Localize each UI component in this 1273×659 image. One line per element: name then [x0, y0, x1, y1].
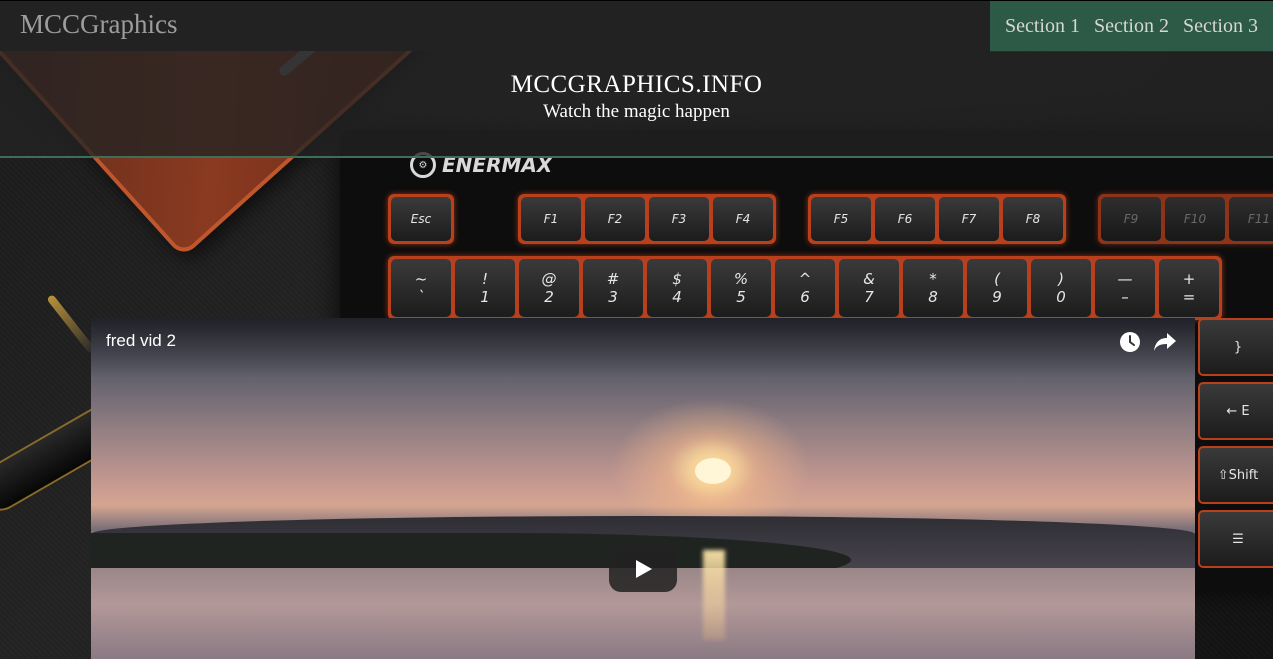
function-key-row: Esc F1 F2 F3 F4 F5 F6 F7 F8 F9 F10 F11	[388, 194, 1273, 244]
key-bottom-label: 2	[544, 288, 554, 306]
key-top-label: ^	[798, 270, 812, 288]
key-bottom-label: 9	[992, 288, 1002, 306]
key-f10: F10	[1165, 197, 1225, 241]
key-f6: F6	[875, 197, 935, 241]
key-number-1: ! 1	[455, 259, 515, 317]
key-number-5: % 5	[711, 259, 771, 317]
clock-icon[interactable]	[1119, 331, 1141, 353]
key-bottom-label: 1	[480, 288, 490, 306]
f9-f12-group: F9 F10 F11	[1098, 194, 1273, 244]
nav-menu: Section 1 Section 2 Section 3	[990, 1, 1273, 52]
site-tagline: Watch the magic happen	[543, 101, 730, 122]
key-top-label: $	[672, 270, 682, 288]
key-f1: F1	[521, 197, 581, 241]
key-number-0: ~ `	[391, 259, 451, 317]
key-number-2: @2	[519, 259, 579, 317]
key-top-label: +	[1182, 270, 1196, 288]
key-f3: F3	[649, 197, 709, 241]
side-keys: } ← E ⇧Shift ☰	[1198, 318, 1273, 568]
key-top-label: *	[929, 270, 937, 288]
key-f4: F4	[713, 197, 773, 241]
key-top-label: &	[863, 270, 875, 288]
key-number-9: (9	[967, 259, 1027, 317]
key-top-label: %	[733, 270, 749, 288]
key-number-12: + =	[1159, 259, 1219, 317]
nav-link-section-1[interactable]: Section 1	[1005, 15, 1080, 38]
key-f5: F5	[811, 197, 871, 241]
key-f2: F2	[585, 197, 645, 241]
f5-f8-group: F5 F6 F7 F8	[808, 194, 1066, 244]
key-top-label: )	[1058, 270, 1064, 288]
key-bottom-label: –	[1121, 288, 1129, 306]
nav-link-section-3[interactable]: Section 3	[1183, 15, 1258, 38]
video-top-shade	[91, 318, 1195, 378]
key-top-label: #	[606, 270, 620, 288]
share-arrow-icon[interactable]	[1153, 331, 1177, 353]
key-f9: F9	[1101, 197, 1161, 241]
brand-link[interactable]: MCCGraphics	[20, 9, 178, 40]
key-f7: F7	[939, 197, 999, 241]
sun-reflection	[703, 550, 725, 640]
key-f11: F11	[1229, 197, 1273, 241]
key-number-3: #3	[583, 259, 643, 317]
key-top-label: @	[541, 270, 557, 288]
key-bottom-label: 4	[672, 288, 682, 306]
key-number-10: ) 0	[1031, 259, 1091, 317]
f1-f4-group: F1 F2 F3 F4	[518, 194, 776, 244]
key-bottom-label: 5	[736, 288, 746, 306]
nav-link-section-2[interactable]: Section 2	[1094, 15, 1169, 38]
key-number-6: ^ 6	[775, 259, 835, 317]
key-bottom-label: 3	[608, 288, 618, 306]
key-bottom-label: =	[1182, 288, 1196, 306]
number-keys-group: ~ `! 1 @2 #3 $4% 5 ^ 6 & 7 * 8(9) 0— – + =	[388, 256, 1222, 320]
key-number-11: — –	[1095, 259, 1155, 317]
play-button[interactable]	[609, 545, 677, 592]
key-shift: ⇧Shift	[1198, 446, 1273, 504]
key-number-7: & 7	[839, 259, 899, 317]
esc-group: Esc	[388, 194, 454, 244]
key-enter: ← E	[1198, 382, 1273, 440]
site-title: MCCGRAPHICS.INFO	[510, 71, 763, 98]
key-bracket: }	[1198, 318, 1273, 376]
number-key-row: ~ `! 1 @2 #3 $4% 5 ^ 6 & 7 * 8(9) 0— – + =	[388, 256, 1222, 320]
key-top-label: !	[481, 270, 488, 288]
key-number-4: $4	[647, 259, 707, 317]
key-bottom-label: `	[417, 288, 425, 306]
key-esc: Esc	[391, 197, 451, 241]
sun	[695, 458, 731, 484]
key-bottom-label: 0	[1056, 288, 1066, 306]
key-bottom-label: 7	[864, 288, 874, 306]
video-title[interactable]: fred vid 2	[106, 331, 176, 351]
key-top-label: ~	[414, 270, 428, 288]
key-top-label: (	[994, 270, 1000, 288]
embedded-video-player[interactable]: fred vid 2	[91, 318, 1195, 659]
top-navbar: MCCGraphics Section 1 Section 2 Section …	[0, 0, 1273, 52]
key-number-8: * 8	[903, 259, 963, 317]
key-bottom-label: 6	[800, 288, 810, 306]
key-bottom-label: 8	[928, 288, 938, 306]
site-header: MCCGRAPHICS.INFO Watch the magic happen	[0, 51, 1273, 158]
key-top-label: —	[1117, 270, 1133, 288]
key-menu: ☰	[1198, 510, 1273, 568]
key-f8: F8	[1003, 197, 1063, 241]
play-icon	[636, 559, 652, 578]
